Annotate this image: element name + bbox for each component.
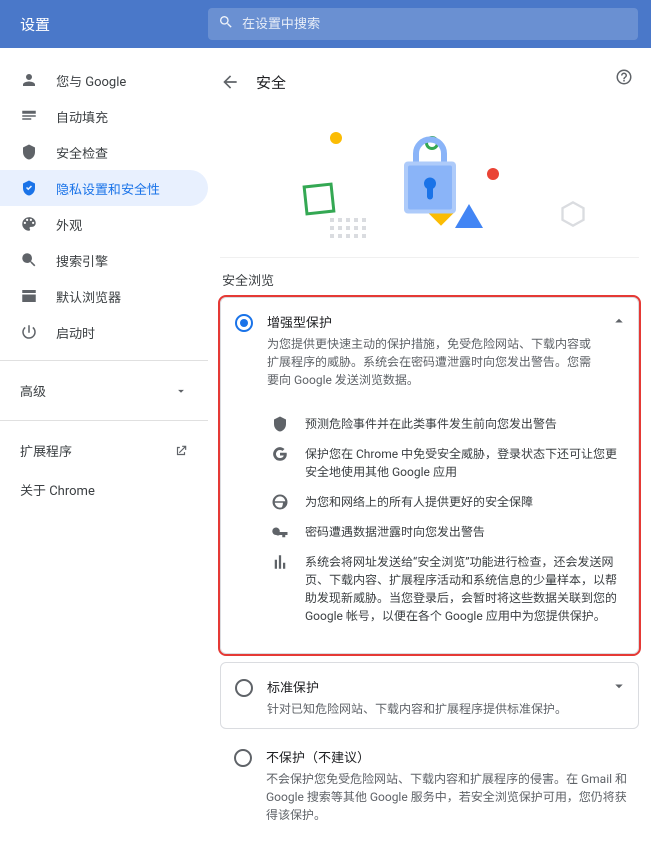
browser-icon bbox=[20, 287, 38, 305]
sidebar-item-label: 自动填充 bbox=[56, 107, 108, 126]
option-enhanced-body: 预测危险事件并在此类事件发生前向您发出警告 保护您在 Chrome 中免受安全威… bbox=[221, 399, 638, 653]
sidebar-item-label: 搜索引擎 bbox=[56, 251, 108, 270]
sidebar-item-on-startup[interactable]: 启动时 bbox=[0, 314, 208, 350]
help-icon[interactable] bbox=[615, 68, 633, 86]
radio-standard[interactable] bbox=[235, 679, 253, 697]
shield-check-icon bbox=[20, 143, 38, 161]
open-external-icon bbox=[174, 444, 188, 458]
back-icon[interactable] bbox=[220, 72, 240, 92]
option-none-title: 不保护（不建议） bbox=[266, 747, 629, 766]
option-standard-desc: 针对已知危险网站、下载内容和扩展程序提供标准保护。 bbox=[267, 700, 602, 718]
sidebar-item-label: 外观 bbox=[56, 215, 82, 234]
option-enhanced-title: 增强型保护 bbox=[267, 312, 602, 331]
option-standard: 标准保护 针对已知危险网站、下载内容和扩展程序提供标准保护。 bbox=[220, 662, 639, 729]
chevron-down-icon[interactable] bbox=[610, 677, 628, 695]
chevron-up-icon[interactable] bbox=[610, 312, 628, 330]
app-title: 设置 bbox=[0, 14, 208, 35]
sidebar-item-default-browser[interactable]: 默认浏览器 bbox=[0, 278, 208, 314]
option-none[interactable]: 不保护（不建议） 不会保护您免受危险网站、下载内容和扩展程序的侵害。在 Gmai… bbox=[220, 737, 639, 828]
sidebar-about[interactable]: 关于 Chrome bbox=[0, 470, 208, 509]
feature-text: 密码遭遇数据泄露时向您发出警告 bbox=[305, 523, 485, 541]
search-engine-icon bbox=[20, 251, 38, 269]
chevron-down-icon bbox=[174, 384, 188, 398]
sidebar-item-label: 默认浏览器 bbox=[56, 287, 121, 306]
sidebar-item-safety-check[interactable]: 安全检查 bbox=[0, 134, 208, 170]
advanced-label: 高级 bbox=[20, 381, 46, 400]
sidebar-item-appearance[interactable]: 外观 bbox=[0, 206, 208, 242]
autofill-icon bbox=[20, 107, 38, 125]
feature-text: 预测危险事件并在此类事件发生前向您发出警告 bbox=[305, 415, 557, 433]
security-icon bbox=[20, 179, 38, 197]
search-box[interactable] bbox=[208, 8, 638, 40]
decor-square-green bbox=[303, 183, 336, 216]
option-enhanced-header[interactable]: 增强型保护 为您提供更快速主动的保护措施，免受危险网站、下载内容或扩展程序的威胁… bbox=[221, 298, 638, 399]
feature-text: 保护您在 Chrome 中免受安全威胁，登录状态下还可让您更安全地使用其他 Go… bbox=[305, 445, 624, 481]
separator bbox=[0, 420, 208, 421]
option-standard-header[interactable]: 标准保护 针对已知危险网站、下载内容和扩展程序提供标准保护。 bbox=[221, 663, 638, 728]
decor-hexagon bbox=[559, 200, 587, 228]
search-icon bbox=[218, 14, 234, 34]
decor-circle-red bbox=[487, 168, 499, 180]
decor-dots bbox=[330, 218, 366, 238]
sidebar-advanced[interactable]: 高级 bbox=[0, 371, 208, 410]
sidebar-item-autofill[interactable]: 自动填充 bbox=[0, 98, 208, 134]
extensions-label: 扩展程序 bbox=[20, 441, 72, 460]
lock-illustration bbox=[396, 133, 464, 223]
globe-shield-icon bbox=[271, 415, 289, 433]
sidebar-extensions[interactable]: 扩展程序 bbox=[0, 431, 208, 470]
analytics-icon bbox=[271, 553, 289, 571]
sidebar-item-label: 您与 Google bbox=[56, 71, 126, 90]
power-icon bbox=[20, 323, 38, 341]
google-g-icon bbox=[271, 445, 289, 463]
sidebar-item-label: 启动时 bbox=[56, 323, 95, 342]
person-icon bbox=[20, 71, 38, 89]
option-enhanced-desc: 为您提供更快速主动的保护措施，免受危险网站、下载内容或扩展程序的威胁。系统会在密… bbox=[267, 335, 602, 389]
sidebar-item-label: 安全检查 bbox=[56, 143, 108, 162]
option-enhanced: 增强型保护 为您提供更快速主动的保护措施，免受危险网站、下载内容或扩展程序的威胁… bbox=[220, 297, 639, 654]
page-title: 安全 bbox=[256, 72, 286, 93]
palette-icon bbox=[20, 215, 38, 233]
section-title: 安全浏览 bbox=[222, 270, 639, 289]
sidebar-item-you-and-google[interactable]: 您与 Google bbox=[0, 62, 208, 98]
hero-illustration bbox=[220, 108, 639, 258]
radio-none[interactable] bbox=[234, 749, 252, 767]
sidebar-item-privacy-security[interactable]: 隐私设置和安全性 bbox=[0, 170, 208, 206]
feature-text: 为您和网络上的所有人提供更好的安全保障 bbox=[305, 493, 533, 511]
globe-icon bbox=[271, 493, 289, 511]
option-none-desc: 不会保护您免受危险网站、下载内容和扩展程序的侵害。在 Gmail 和 Googl… bbox=[266, 770, 629, 824]
sidebar: 您与 Google 自动填充 安全检查 隐私设置和安全性 外观 搜索引擎 默认浏… bbox=[0, 48, 208, 868]
key-icon bbox=[271, 523, 289, 541]
feature-text: 系统会将网址发送给“安全浏览”功能进行检查，还会发送网页、下载内容、扩展程序活动… bbox=[305, 553, 624, 625]
separator bbox=[0, 360, 208, 361]
radio-enhanced[interactable] bbox=[235, 314, 253, 332]
option-standard-title: 标准保护 bbox=[267, 677, 602, 696]
sidebar-item-label: 隐私设置和安全性 bbox=[56, 179, 160, 198]
decor-circle-yellow bbox=[330, 132, 342, 144]
content-header: 安全 bbox=[220, 66, 639, 98]
sidebar-item-search-engine[interactable]: 搜索引擎 bbox=[0, 242, 208, 278]
search-input[interactable] bbox=[242, 17, 628, 32]
